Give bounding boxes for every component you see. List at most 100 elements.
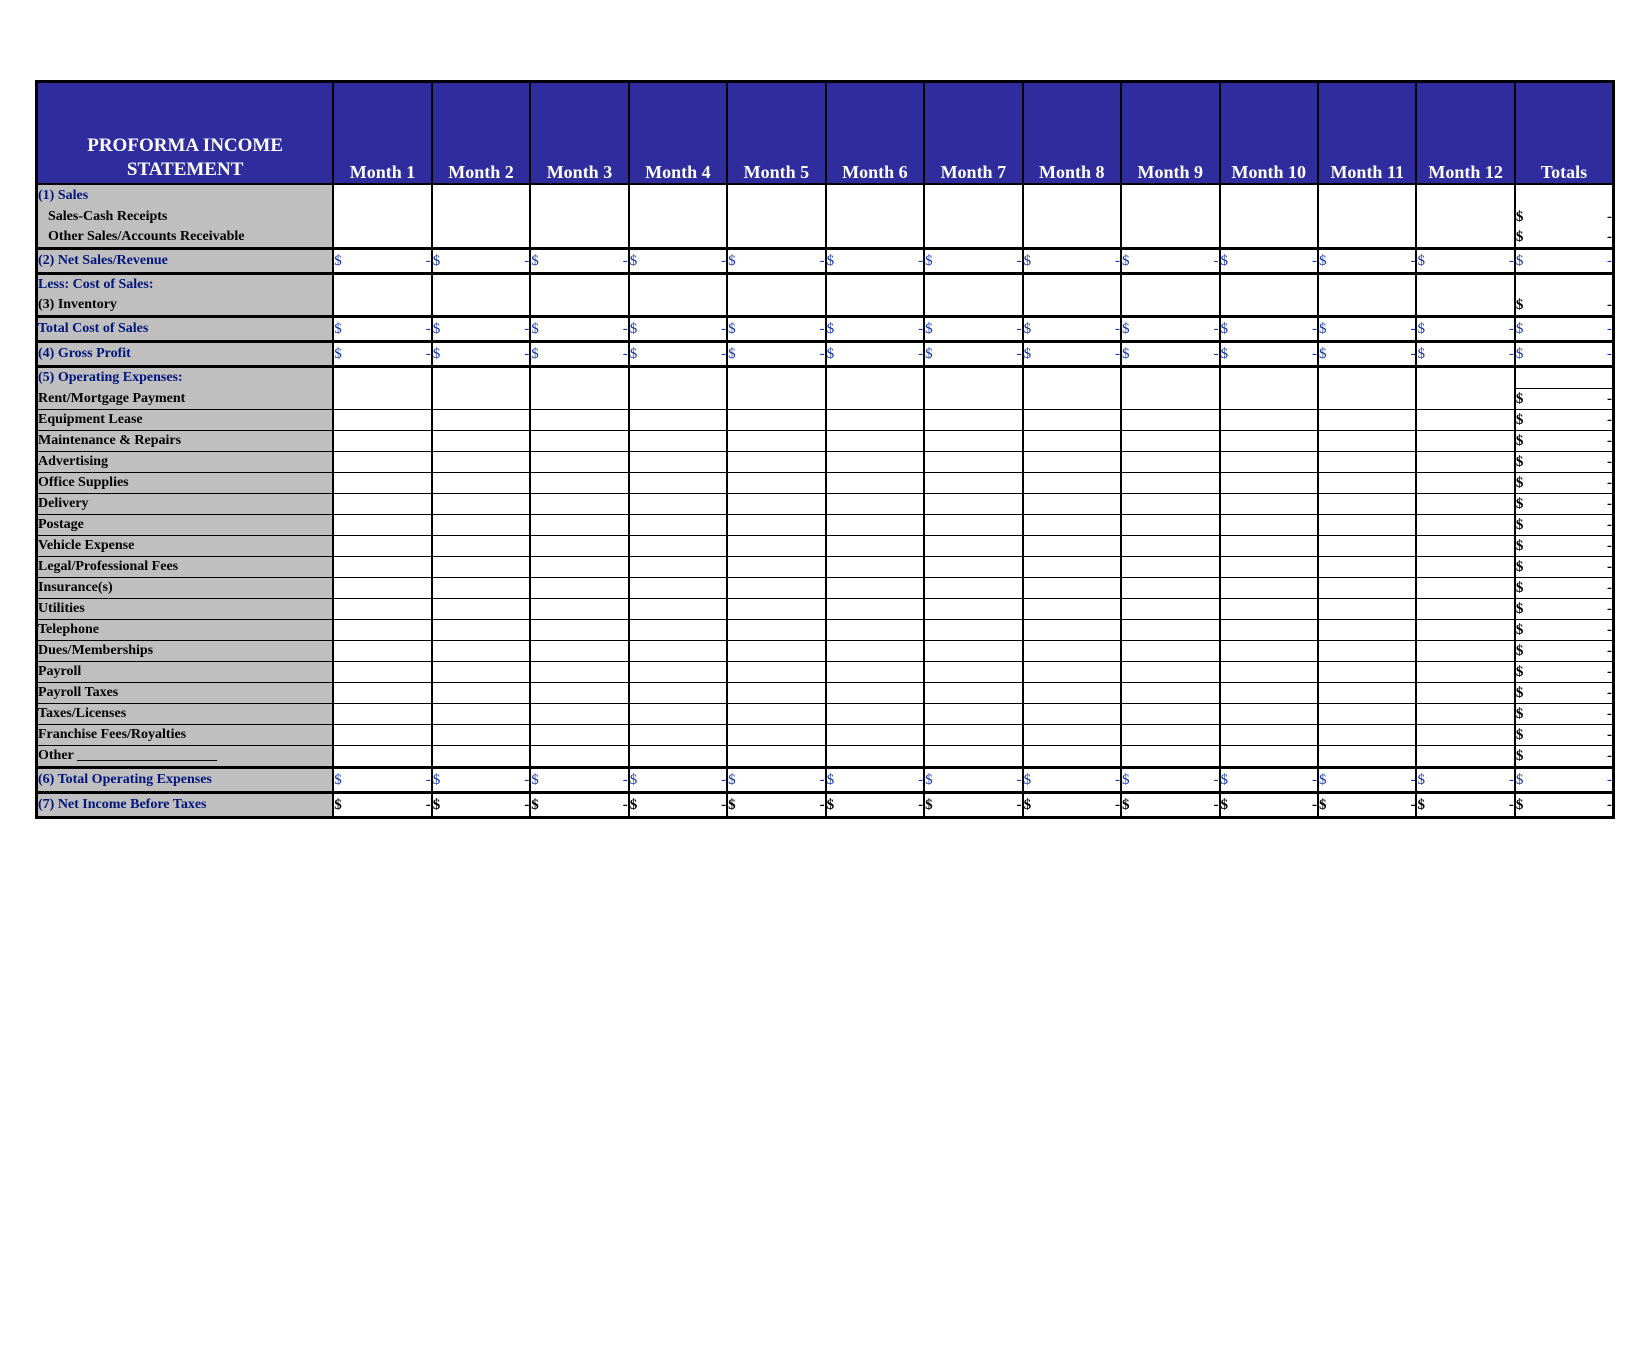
data-cell-total[interactable]: $-: [1515, 494, 1614, 515]
data-cell[interactable]: $-: [530, 249, 628, 274]
data-cell[interactable]: $-: [629, 793, 727, 818]
data-cell[interactable]: [530, 515, 628, 536]
data-cell[interactable]: [530, 431, 628, 452]
data-cell[interactable]: [1220, 473, 1318, 494]
data-cell[interactable]: [530, 599, 628, 620]
data-cell[interactable]: [1220, 295, 1318, 317]
data-cell[interactable]: [530, 367, 628, 389]
data-cell[interactable]: [530, 620, 628, 641]
data-cell[interactable]: [333, 620, 431, 641]
data-cell[interactable]: $-: [629, 317, 727, 342]
data-cell[interactable]: [432, 536, 530, 557]
data-cell[interactable]: [826, 452, 924, 473]
data-cell[interactable]: $-: [432, 793, 530, 818]
data-cell[interactable]: $-: [1318, 317, 1416, 342]
data-cell[interactable]: [530, 536, 628, 557]
data-cell[interactable]: [1220, 452, 1318, 473]
data-cell[interactable]: [727, 295, 825, 317]
data-cell[interactable]: [1318, 536, 1416, 557]
data-cell[interactable]: $-: [924, 317, 1022, 342]
data-cell-total[interactable]: $-: [1515, 431, 1614, 452]
data-cell[interactable]: [432, 515, 530, 536]
data-cell[interactable]: [432, 367, 530, 389]
data-cell-total[interactable]: $-: [1515, 389, 1614, 410]
data-cell[interactable]: [1121, 274, 1219, 296]
data-cell[interactable]: [530, 227, 628, 249]
data-cell[interactable]: [333, 599, 431, 620]
data-cell[interactable]: [1318, 367, 1416, 389]
data-cell-total[interactable]: $-: [1515, 317, 1614, 342]
data-cell[interactable]: [432, 473, 530, 494]
data-cell[interactable]: [1220, 227, 1318, 249]
data-cell[interactable]: $-: [727, 793, 825, 818]
data-cell[interactable]: [1023, 662, 1121, 683]
data-cell[interactable]: $-: [924, 342, 1022, 367]
data-cell[interactable]: [924, 662, 1022, 683]
data-cell[interactable]: $-: [629, 768, 727, 793]
data-cell[interactable]: [629, 295, 727, 317]
data-cell[interactable]: $-: [1220, 317, 1318, 342]
data-cell[interactable]: [1023, 295, 1121, 317]
data-cell[interactable]: [432, 683, 530, 704]
data-cell-total[interactable]: $-: [1515, 249, 1614, 274]
data-cell[interactable]: [1023, 473, 1121, 494]
data-cell[interactable]: [1416, 704, 1514, 725]
data-cell[interactable]: [530, 725, 628, 746]
data-cell[interactable]: [333, 494, 431, 515]
data-cell[interactable]: [432, 389, 530, 410]
data-cell[interactable]: [1121, 184, 1219, 207]
data-cell[interactable]: [1318, 641, 1416, 662]
data-cell[interactable]: [1220, 578, 1318, 599]
data-cell[interactable]: [530, 662, 628, 683]
data-cell[interactable]: $-: [1416, 249, 1514, 274]
data-cell[interactable]: $-: [727, 249, 825, 274]
data-cell[interactable]: [629, 207, 727, 227]
data-cell[interactable]: $-: [727, 342, 825, 367]
data-cell[interactable]: $-: [432, 342, 530, 367]
data-cell[interactable]: [727, 494, 825, 515]
data-cell[interactable]: [432, 494, 530, 515]
data-cell[interactable]: [629, 452, 727, 473]
data-cell[interactable]: [1121, 473, 1219, 494]
data-cell[interactable]: [826, 515, 924, 536]
data-cell[interactable]: [1023, 620, 1121, 641]
data-cell[interactable]: [727, 662, 825, 683]
data-cell[interactable]: [1121, 704, 1219, 725]
data-cell[interactable]: [924, 431, 1022, 452]
data-cell[interactable]: [1121, 536, 1219, 557]
data-cell[interactable]: [826, 746, 924, 768]
data-cell[interactable]: [1416, 227, 1514, 249]
data-cell[interactable]: [1220, 515, 1318, 536]
data-cell[interactable]: [727, 227, 825, 249]
data-cell[interactable]: [1121, 389, 1219, 410]
data-cell[interactable]: [1121, 725, 1219, 746]
data-cell[interactable]: [530, 207, 628, 227]
data-cell[interactable]: $-: [826, 249, 924, 274]
data-cell[interactable]: [432, 662, 530, 683]
data-cell[interactable]: [924, 473, 1022, 494]
data-cell[interactable]: [1121, 578, 1219, 599]
data-cell[interactable]: $-: [924, 249, 1022, 274]
data-cell[interactable]: [826, 536, 924, 557]
data-cell[interactable]: [629, 620, 727, 641]
data-cell[interactable]: [924, 227, 1022, 249]
data-cell[interactable]: [826, 641, 924, 662]
data-cell[interactable]: [530, 410, 628, 431]
data-cell[interactable]: [727, 725, 825, 746]
data-cell[interactable]: [432, 184, 530, 207]
data-cell-total[interactable]: $-: [1515, 295, 1614, 317]
data-cell[interactable]: [1416, 662, 1514, 683]
data-cell[interactable]: [727, 599, 825, 620]
data-cell[interactable]: [1220, 184, 1318, 207]
data-cell[interactable]: [629, 746, 727, 768]
data-cell[interactable]: [826, 578, 924, 599]
data-cell[interactable]: [333, 410, 431, 431]
data-cell[interactable]: [1318, 207, 1416, 227]
data-cell[interactable]: [1023, 746, 1121, 768]
data-cell[interactable]: $-: [333, 793, 431, 818]
data-cell[interactable]: [1318, 704, 1416, 725]
data-cell[interactable]: [629, 494, 727, 515]
data-cell-total[interactable]: $-: [1515, 620, 1614, 641]
data-cell[interactable]: [1318, 515, 1416, 536]
data-cell[interactable]: [432, 746, 530, 768]
